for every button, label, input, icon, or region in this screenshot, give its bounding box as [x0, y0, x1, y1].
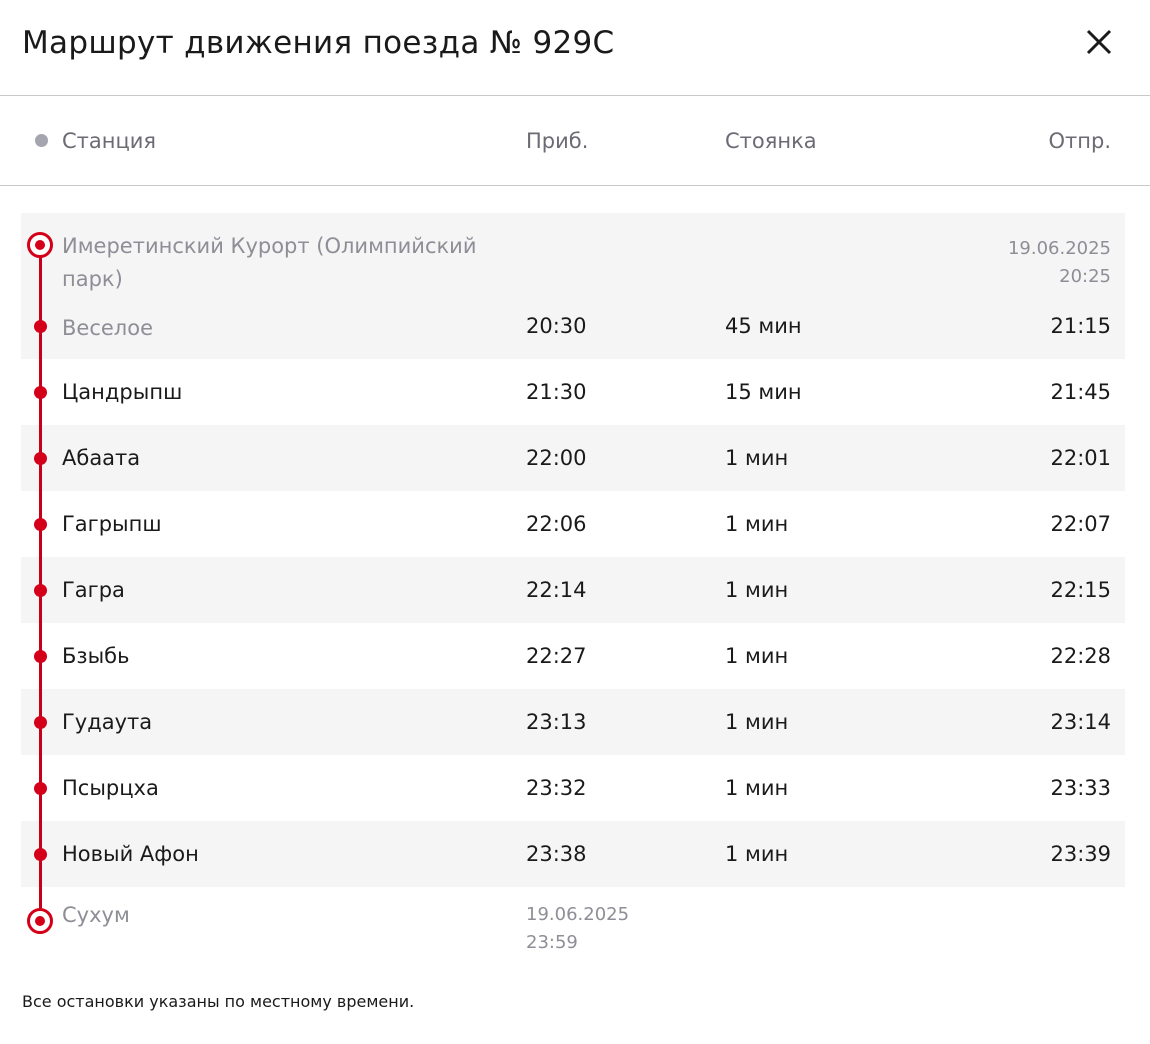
origin-departure-date: 19.06.2025: [1007, 238, 1111, 259]
table-row: Гагрыпш 22:06 1 мин 22:07: [21, 491, 1125, 557]
stop-arrival: 23:13: [526, 710, 587, 734]
stop-duration: 15 мин: [725, 380, 802, 404]
close-icon: [1086, 29, 1112, 55]
route-list: Имеретинский Курорт (Олимпийский парк) 1…: [0, 213, 1150, 969]
stop-station: Цандрыпш: [62, 380, 183, 404]
route-modal: Маршрут движения поезда № 929С Станция П…: [0, 0, 1150, 1044]
table-row: Абаата 22:00 1 мин 22:01: [21, 425, 1125, 491]
modal-header: Маршрут движения поезда № 929С: [0, 0, 1150, 96]
stop-arrival: 21:30: [526, 380, 587, 404]
table-row: Новый Афон 23:38 1 мин 23:39: [21, 821, 1125, 887]
stop-station: Новый Афон: [62, 842, 199, 866]
table-row: Цандрыпш 21:30 15 мин 21:45: [21, 359, 1125, 425]
stop-arrival: 20:30: [526, 314, 587, 338]
table-row: Псырцха 23:32 1 мин 23:33: [21, 755, 1125, 821]
stop-departure: 21:15: [1050, 314, 1111, 338]
table-row-destination: Сухум 19.06.2025 23:59: [21, 887, 1125, 969]
stop-duration: 45 мин: [725, 314, 802, 338]
destination-arrival-date: 19.06.2025: [526, 904, 630, 925]
stop-arrival: 23:32: [526, 776, 587, 800]
stop-arrival: 22:06: [526, 512, 587, 536]
table-row: Гагра 22:14 1 мин 22:15: [21, 557, 1125, 623]
stop-station: Псырцха: [62, 776, 159, 800]
stop-arrival: 22:14: [526, 578, 587, 602]
stop-duration: 1 мин: [725, 644, 789, 668]
table-row: Веселое 20:30 45 мин 21:15: [21, 293, 1125, 359]
stop-departure: 21:45: [1050, 380, 1111, 404]
stop-departure: 23:33: [1050, 776, 1111, 800]
stop-departure: 22:15: [1050, 578, 1111, 602]
stop-station: Гагра: [62, 578, 125, 602]
stop-station: Гудаута: [62, 710, 153, 734]
table-header: Станция Приб. Стоянка Отпр.: [0, 97, 1150, 186]
column-station: Станция: [62, 129, 157, 153]
stop-departure: 23:14: [1050, 710, 1111, 734]
destination-arrival-time: 23:59: [526, 932, 578, 953]
stop-station: Бзыбь: [62, 644, 130, 668]
stop-duration: 1 мин: [725, 776, 789, 800]
destination-station: Сухум: [62, 903, 130, 927]
stop-departure: 23:39: [1050, 842, 1111, 866]
stop-arrival: 23:38: [526, 842, 587, 866]
stop-departure: 22:28: [1050, 644, 1111, 668]
footer-note: Все остановки указаны по местному времен…: [22, 992, 415, 1011]
origin-station: Имеретинский Курорт (Олимпийский парк): [62, 234, 477, 291]
stop-station: Гагрыпш: [62, 512, 162, 536]
close-button[interactable]: [1078, 22, 1120, 64]
stop-duration: 1 мин: [725, 842, 789, 866]
table-row-origin: Имеретинский Курорт (Олимпийский парк) 1…: [21, 213, 1125, 359]
stop-duration: 1 мин: [725, 512, 789, 536]
stop-station: Абаата: [62, 446, 141, 470]
column-stop: Стоянка: [725, 129, 817, 153]
stop-arrival: 22:00: [526, 446, 587, 470]
stop-duration: 1 мин: [725, 578, 789, 602]
station-dot-icon: [35, 134, 48, 147]
stop-duration: 1 мин: [725, 446, 789, 470]
modal-title: Маршрут движения поезда № 929С: [22, 25, 615, 61]
stop-departure: 22:07: [1050, 512, 1111, 536]
column-arrival: Приб.: [526, 129, 589, 153]
stop-departure: 22:01: [1050, 446, 1111, 470]
origin-departure-time: 20:25: [1059, 266, 1111, 287]
origin-departure: 19.06.2025 20:25: [1008, 235, 1111, 291]
stop-station: Веселое: [62, 316, 153, 340]
stop-arrival: 22:27: [526, 644, 587, 668]
table-row: Гудаута 23:13 1 мин 23:14: [21, 689, 1125, 755]
stop-duration: 1 мин: [725, 710, 789, 734]
destination-arrival: 19.06.2025 23:59: [526, 901, 629, 957]
column-departure: Отпр.: [1048, 129, 1112, 153]
table-row: Бзыбь 22:27 1 мин 22:28: [21, 623, 1125, 689]
